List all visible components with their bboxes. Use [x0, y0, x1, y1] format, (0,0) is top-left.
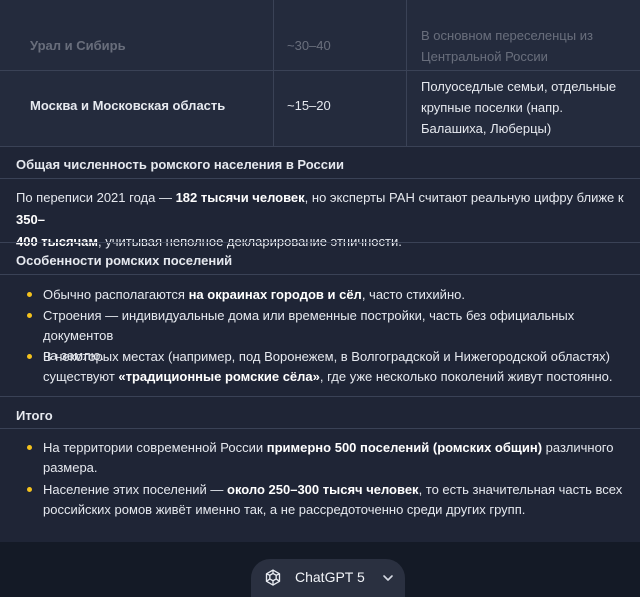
model-selector-button[interactable]: ChatGPT 5	[251, 559, 405, 597]
table-cell-note: Полуоседлые семьи, отдельные крупные пос…	[421, 79, 617, 136]
table-column-divider	[406, 0, 407, 146]
settlements-table: Урал и Сибирь ~30–40 В основном переселе…	[0, 0, 640, 146]
chevron-down-icon	[383, 575, 393, 581]
table-cell-count: ~30–40	[287, 38, 331, 53]
section-title-population: Общая численность ромского населения в Р…	[16, 157, 344, 172]
list-item: В некоторых местах (например, под Вороне…	[27, 347, 633, 387]
table-cell-region: Москва и Московская область	[30, 98, 226, 113]
section-title-summary: Итого	[16, 408, 53, 423]
section-divider	[0, 274, 640, 275]
chat-response-panel: Урал и Сибирь ~30–40 В основном переселе…	[0, 0, 640, 542]
section-divider	[0, 428, 640, 429]
bullet-dot-icon	[27, 445, 32, 450]
section-divider	[0, 242, 640, 243]
table-cell-region: Урал и Сибирь	[30, 38, 126, 53]
model-selector-label: ChatGPT 5	[295, 569, 365, 585]
section-title-features: Особенности ромских поселений	[16, 253, 233, 268]
section-divider	[0, 396, 640, 397]
bullet-dot-icon	[27, 292, 32, 297]
table-cell-note: В основном переселенцы из Центральной Ро…	[421, 28, 593, 64]
table-row: Москва и Московская область ~15–20 Полуо…	[0, 70, 640, 142]
bullet-dot-icon	[27, 354, 32, 359]
section-divider	[0, 178, 640, 179]
table-row: Урал и Сибирь ~30–40 В основном переселе…	[0, 0, 640, 70]
section-divider	[0, 146, 640, 147]
table-cell-count: ~15–20	[287, 98, 331, 113]
population-paragraph: По переписи 2021 года — 182 тысячи челов…	[16, 190, 624, 249]
list-item: Обычно располагаются на окраинах городов…	[27, 285, 633, 305]
list-item: На территории современной России примерн…	[27, 438, 633, 478]
table-column-divider	[273, 0, 274, 146]
bullet-dot-icon	[27, 487, 32, 492]
bullet-dot-icon	[27, 313, 32, 318]
openai-logo-icon	[265, 569, 281, 586]
list-item: Население этих поселений — около 250–300…	[27, 480, 633, 520]
